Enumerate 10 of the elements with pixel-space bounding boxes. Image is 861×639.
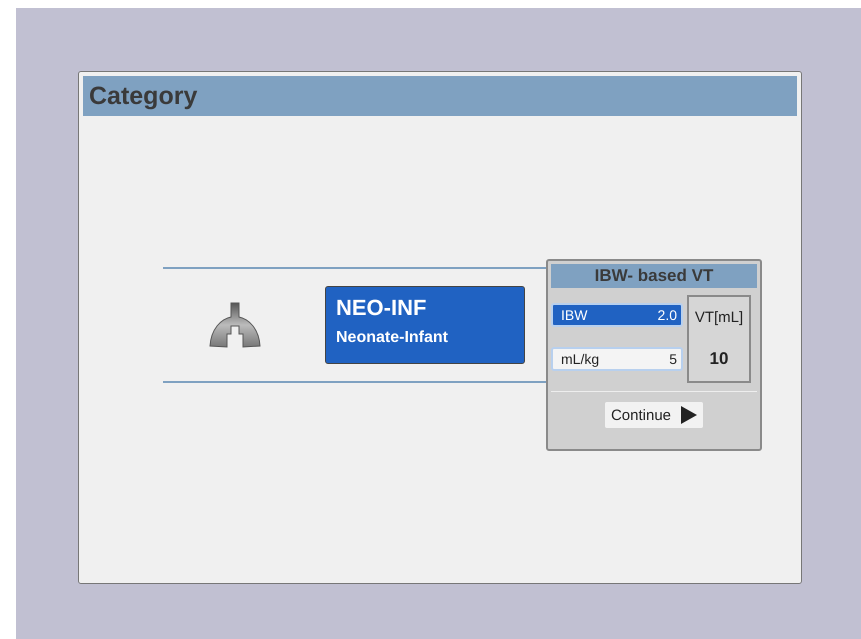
continue-button[interactable]: Continue [604, 402, 704, 428]
result-label: VT[mL] [694, 308, 744, 326]
category-button[interactable]: NEO-INF Neonate-Infant [325, 286, 525, 364]
window-title: Category [83, 76, 797, 116]
popup-title: IBW- based VT [551, 264, 757, 288]
play-icon [681, 406, 698, 424]
result-value: 10 [710, 349, 728, 370]
value-field[interactable]: mL/kg 5 [551, 347, 683, 371]
value-field[interactable]: IBW 2.0 [551, 303, 683, 327]
lungs-icon [209, 302, 261, 348]
